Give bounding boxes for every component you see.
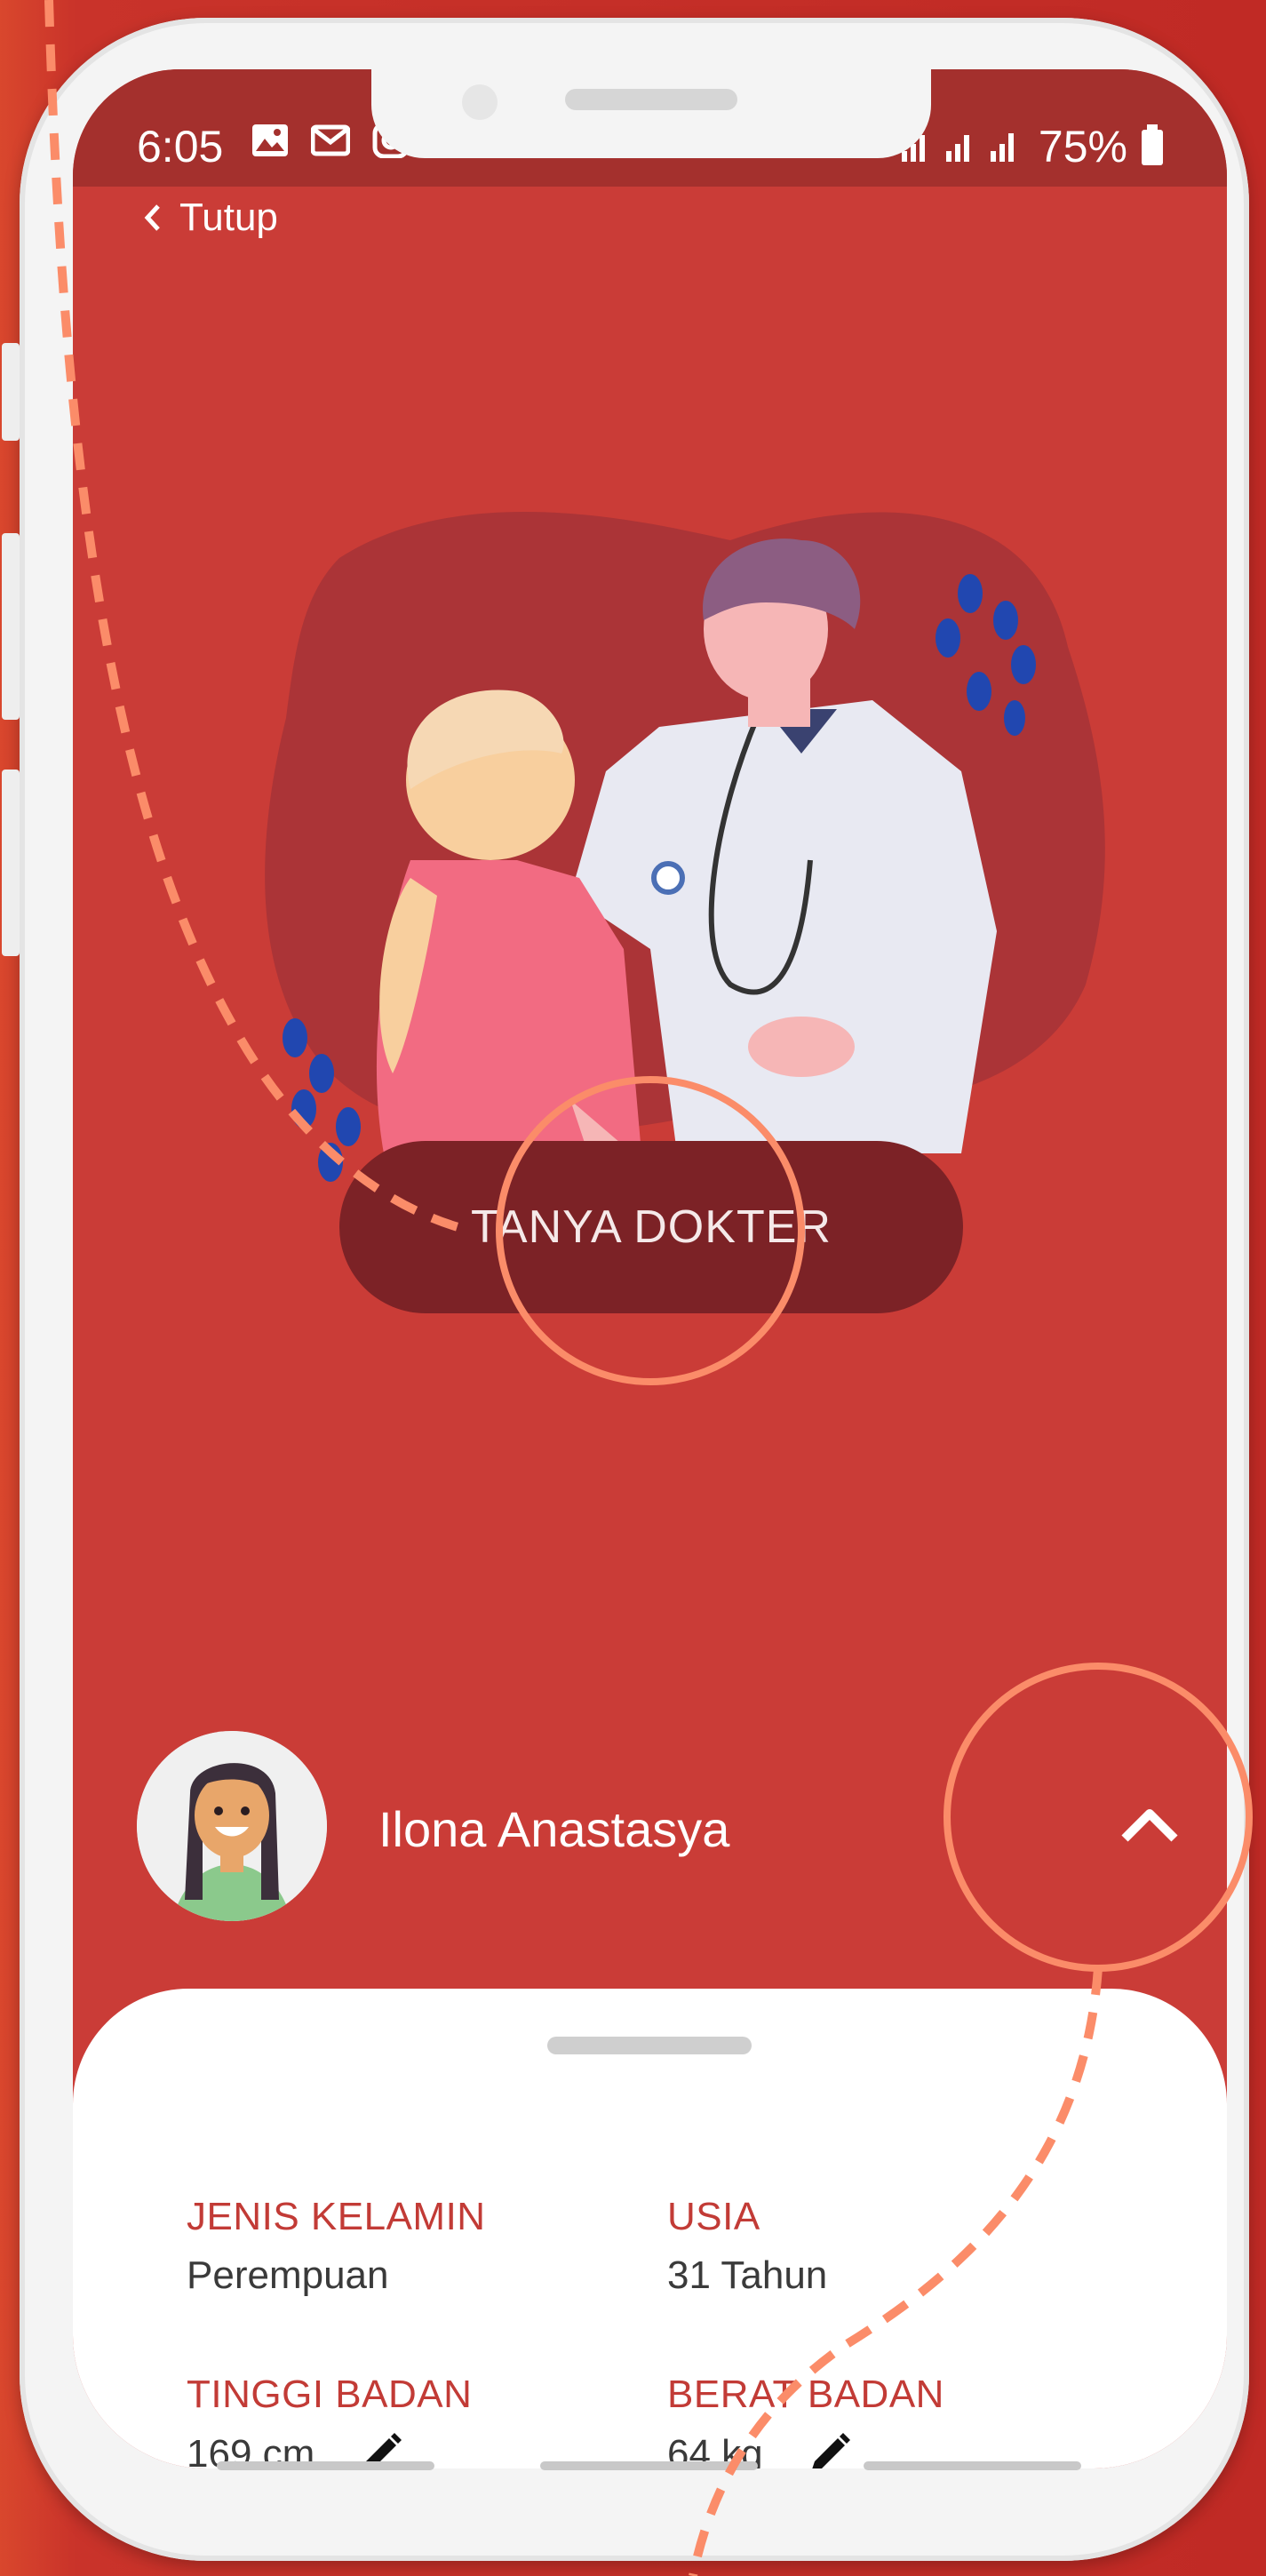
front-camera	[462, 84, 498, 120]
profile-row[interactable]: Ilona Anastasya	[137, 1731, 1178, 1926]
height-field: TINGGI BADAN 169 cm	[187, 2373, 472, 2468]
field-value: Perempuan	[187, 2253, 389, 2297]
weight-field: BERAT BADAN 64 kg	[667, 2373, 944, 2468]
chevron-up-icon[interactable]	[1114, 1789, 1185, 1860]
nav-gesture-bar	[864, 2461, 1081, 2470]
ask-doctor-button[interactable]: TANYA DOKTER	[339, 1141, 963, 1313]
nav-gesture-bar	[217, 2461, 434, 2470]
pencil-icon[interactable]	[806, 2431, 852, 2468]
battery-percent: 75%	[1038, 122, 1127, 171]
image-icon	[251, 123, 290, 158]
close-link[interactable]: Tutup	[142, 195, 278, 240]
close-link-label: Tutup	[179, 195, 278, 239]
status-time: 6:05	[137, 122, 224, 171]
doctor-illustration	[265, 512, 1105, 1205]
phone-notch	[371, 69, 931, 158]
profile-sheet: JENIS KELAMIN Perempuan USIA 31 Tahun TI…	[73, 1989, 1227, 2468]
avatar	[137, 1731, 327, 1921]
field-label: USIA	[667, 2195, 760, 2238]
field-label: JENIS KELAMIN	[187, 2195, 486, 2238]
phone-side-button	[2, 343, 20, 441]
gender-field: JENIS KELAMIN Perempuan	[187, 2195, 486, 2298]
age-field: USIA 31 Tahun	[667, 2195, 827, 2298]
field-label: BERAT BADAN	[667, 2373, 944, 2416]
phone-side-button	[2, 533, 20, 720]
app-screen: 6:05 75% Tutup TANYA DOKTER Ilona Anasta…	[73, 69, 1227, 2468]
field-value: 31 Tahun	[667, 2253, 828, 2297]
earpiece-speaker	[565, 89, 737, 110]
phone-side-button	[2, 770, 20, 956]
sheet-drag-handle[interactable]	[547, 2037, 752, 2054]
nav-gesture-bar	[540, 2461, 758, 2470]
back-chevron-icon	[144, 204, 160, 231]
field-label: TINGGI BADAN	[187, 2373, 473, 2416]
profile-name: Ilona Anastasya	[378, 1801, 730, 1857]
gmail-icon	[310, 123, 351, 158]
battery-icon	[1140, 124, 1165, 170]
